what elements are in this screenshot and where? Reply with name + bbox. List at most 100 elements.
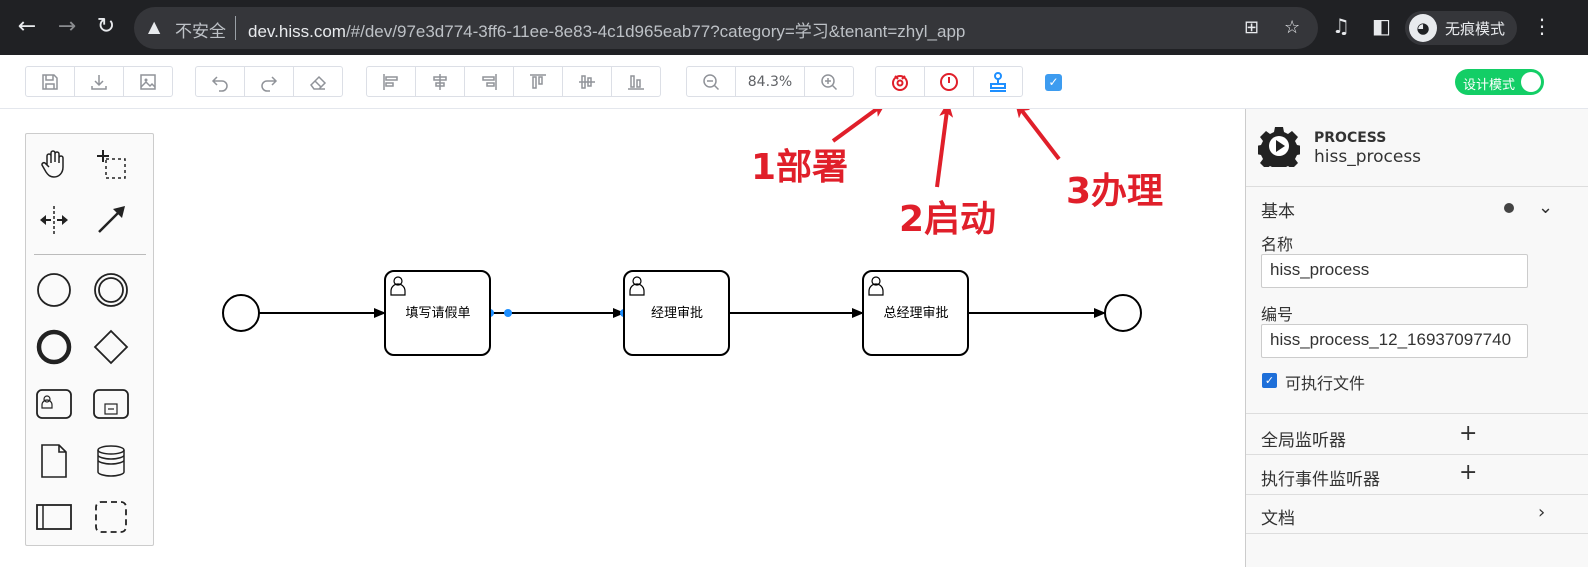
toolbar-checkbox[interactable]: ✓ [1045, 74, 1062, 91]
chevron-down-icon[interactable]: ⌄ [1538, 197, 1553, 218]
align-center-icon [433, 73, 447, 90]
zoom-out-button[interactable] [686, 66, 736, 97]
section-global-listeners[interactable]: 全局监听器 [1261, 426, 1346, 451]
apps-grid-icon[interactable]: ⊞ [1244, 17, 1259, 38]
bookmark-star-icon[interactable]: ☆ [1284, 17, 1300, 38]
file-button-group [25, 66, 173, 97]
divider [1246, 454, 1588, 455]
palette-divider [34, 254, 146, 255]
create-start-event[interactable] [32, 268, 76, 312]
address-bar[interactable]: ▲ 不安全 dev.hiss.com/#/dev/97e3d774-3ff6-1… [134, 7, 1318, 49]
forward-icon[interactable]: → [52, 12, 82, 42]
align-center-button[interactable] [415, 66, 465, 97]
annotation-handle: 3办理 [1066, 171, 1163, 212]
align-middle-button[interactable] [562, 66, 612, 97]
end-event[interactable] [1104, 294, 1142, 332]
connect-arrow-icon [98, 206, 125, 233]
bpmn-canvas[interactable]: 填写请假单 经理审批 总经理审批 1部署 2启动 3办理 [155, 101, 1245, 567]
divider [1246, 533, 1588, 534]
user-task-icon [36, 389, 72, 419]
download-button[interactable] [74, 66, 124, 97]
save-icon [42, 73, 58, 90]
zoom-in-button[interactable] [804, 66, 854, 97]
name-input[interactable]: hiss_process [1261, 254, 1528, 288]
align-top-icon [530, 73, 546, 89]
browser-chrome: ← → ↻ ▲ 不安全 dev.hiss.com/#/dev/97e3d774-… [0, 0, 1588, 55]
section-execution-listeners[interactable]: 执行事件监听器 [1261, 465, 1380, 490]
create-group[interactable] [89, 495, 133, 539]
undo-icon [211, 75, 228, 92]
task-label: 填写请假单 [405, 306, 470, 321]
connect-tool[interactable] [89, 198, 133, 242]
stamp-icon [990, 71, 1006, 92]
eraser-button[interactable] [293, 66, 343, 97]
create-data-object[interactable] [32, 439, 76, 483]
lasso-tool[interactable] [89, 142, 133, 186]
space-tool[interactable] [32, 198, 76, 242]
image-icon [140, 73, 156, 90]
bpmn-diagram: 填写请假单 经理审批 总经理审批 1部署 2启动 3办理 [222, 101, 1163, 356]
annotation-deploy: 1部署 [751, 147, 848, 188]
align-bottom-icon [628, 74, 644, 90]
align-bottom-button[interactable] [611, 66, 661, 97]
save-button[interactable] [25, 66, 75, 97]
chevron-right-icon[interactable]: › [1538, 502, 1545, 523]
align-button-group [366, 66, 661, 97]
align-right-icon [482, 73, 497, 90]
switch-knob [1521, 72, 1541, 92]
create-intermediate-event[interactable] [89, 268, 133, 312]
deploy-button[interactable] [875, 66, 925, 97]
id-input[interactable]: hiss_process_12_16937097740 [1261, 324, 1528, 358]
create-gateway[interactable] [89, 325, 133, 369]
start-event-icon [37, 273, 71, 307]
executable-label: 可执行文件 [1285, 374, 1366, 393]
hand-icon [41, 150, 64, 178]
add-global-listener-icon[interactable]: + [1459, 421, 1477, 446]
incognito-badge[interactable]: ◕ 无痕模式 [1405, 11, 1517, 45]
section-documentation[interactable]: 文档 [1261, 504, 1295, 529]
redo-button[interactable] [244, 66, 294, 97]
back-icon[interactable]: ← [12, 12, 42, 42]
element-type: PROCESS [1314, 130, 1387, 146]
create-data-store[interactable] [89, 439, 133, 483]
start-event[interactable] [222, 294, 260, 332]
side-panel-icon[interactable]: ◧ [1372, 14, 1391, 38]
start-icon [940, 72, 958, 91]
element-palette [25, 133, 154, 546]
create-user-task[interactable] [32, 382, 76, 426]
undo-button[interactable] [195, 66, 245, 97]
export-image-button[interactable] [123, 66, 173, 97]
start-button[interactable] [924, 66, 974, 97]
deploy-icon [892, 74, 908, 91]
create-end-event[interactable] [32, 325, 76, 369]
url-text[interactable]: dev.hiss.com/#/dev/97e3d774-3ff6-11ee-8e… [248, 17, 965, 42]
hand-tool[interactable] [32, 142, 76, 186]
design-mode-switch[interactable]: 设计模式 [1455, 69, 1544, 95]
more-menu-icon[interactable]: ⋮ [1532, 14, 1552, 38]
pool-icon [36, 504, 72, 530]
intermediate-event-icon [94, 273, 128, 307]
add-execution-listener-icon[interactable]: + [1459, 460, 1477, 485]
align-right-button[interactable] [464, 66, 514, 97]
section-basic[interactable]: 基本 [1261, 197, 1295, 222]
url-host: dev.hiss.com [248, 22, 346, 41]
reading-list-icon[interactable]: ♫ [1332, 14, 1350, 38]
align-top-button[interactable] [513, 66, 563, 97]
incognito-label: 无痕模式 [1445, 20, 1506, 38]
element-name: hiss_process [1314, 147, 1422, 167]
align-middle-icon [579, 74, 595, 89]
process-gear-icon [1258, 127, 1300, 167]
align-left-button[interactable] [366, 66, 416, 97]
handle-button[interactable] [973, 66, 1023, 97]
annotation-arrow [831, 101, 887, 143]
data-store-icon [97, 445, 125, 477]
create-pool[interactable] [32, 495, 76, 539]
create-subprocess[interactable] [89, 382, 133, 426]
panel-header: PROCESS hiss_process [1246, 109, 1588, 187]
data-object-icon [41, 444, 67, 478]
space-tool-icon [40, 206, 68, 234]
reload-icon[interactable]: ↻ [91, 12, 121, 42]
flow-handle[interactable] [504, 309, 512, 317]
edit-button-group [195, 66, 343, 97]
executable-checkbox[interactable]: ✓ [1262, 373, 1277, 388]
